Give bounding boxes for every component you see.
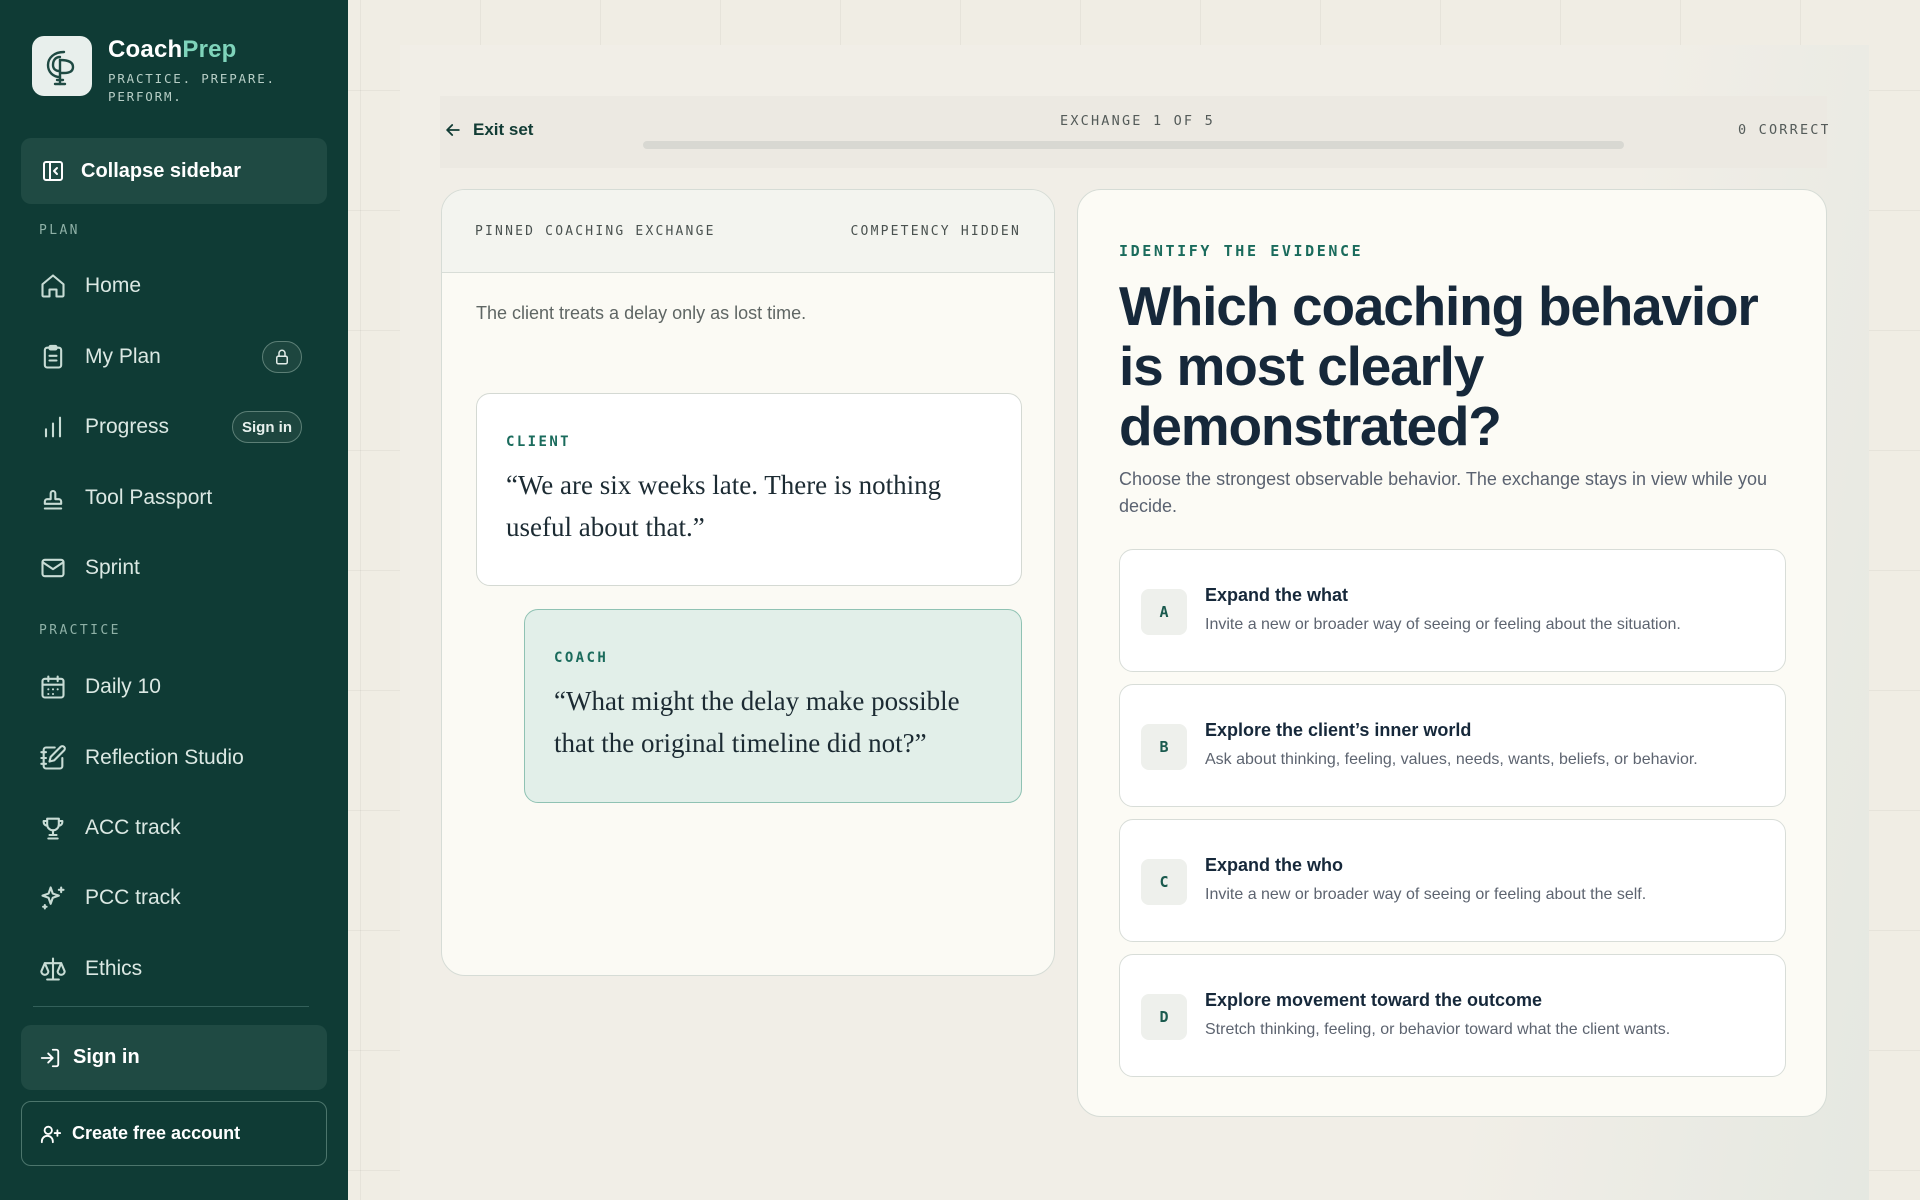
sidebar-item-reflection-studio[interactable]: Reflection Studio: [21, 730, 327, 786]
exit-set-label: Exit set: [473, 120, 534, 139]
stamp-icon: [43, 489, 63, 510]
question-card: IDENTIFY THE EVIDENCE Which coaching beh…: [1077, 189, 1827, 1117]
brand-tagline: PRACTICE. PREPARE. PERFORM.: [108, 71, 276, 104]
section-label-plan: PLAN: [39, 223, 80, 238]
sign-in-label: Sign in: [73, 1046, 140, 1068]
log-in-icon: [40, 1048, 60, 1067]
notebook-pen-icon: [40, 745, 66, 770]
sidebar-item-progress[interactable]: Progress Sign in: [21, 399, 327, 455]
option-title: Expand the what: [1205, 585, 1349, 605]
progress-sign-in-badge[interactable]: Sign in: [232, 411, 302, 443]
option-description: Ask about thinking, feeling, values, nee…: [1205, 751, 1698, 768]
answer-option-d[interactable]: D Explore movement toward the outcome St…: [1119, 954, 1786, 1077]
client-quote: “We are six weeks late. There is nothing…: [506, 470, 942, 542]
calendar-icon: [41, 675, 65, 699]
answer-option-b[interactable]: B Explore the client’s inner world Ask a…: [1119, 684, 1786, 807]
section-label-practice: PRACTICE: [39, 623, 121, 638]
brand[interactable]: CoachPrep PRACTICE. PREPARE. PERFORM.: [32, 36, 278, 106]
create-account-button[interactable]: Create free account: [21, 1101, 327, 1166]
trophy-icon: [42, 817, 64, 840]
sidebar-item-label: PCC track: [85, 886, 181, 909]
exchange-context: The client treats a delay only as lost t…: [476, 303, 807, 323]
answer-option-c[interactable]: C Expand the who Invite a new or broader…: [1119, 819, 1786, 942]
sidebar-item-label: Tool Passport: [85, 486, 213, 509]
option-title: Explore the client’s inner world: [1205, 720, 1472, 740]
create-account-label: Create free account: [72, 1123, 241, 1143]
sidebar-item-label: Ethics: [85, 957, 143, 980]
home-icon: [41, 274, 65, 298]
sidebar-item-pcc-track[interactable]: PCC track: [21, 870, 327, 926]
option-description: Invite a new or broader way of seeing or…: [1205, 616, 1681, 633]
competency-hidden-label: COMPETENCY HIDDEN: [850, 223, 1021, 239]
exchange-card-header: PINNED COACHING EXCHANGE COMPETENCY HIDD…: [442, 190, 1054, 273]
sidebar-item-my-plan[interactable]: My Plan: [21, 329, 327, 385]
collapse-sidebar-label: Collapse sidebar: [81, 159, 242, 182]
option-letter: C: [1141, 859, 1187, 905]
sidebar-item-label: Progress: [85, 415, 170, 438]
sidebar-divider: [33, 1006, 309, 1007]
lock-icon: [276, 349, 288, 365]
lock-badge: [262, 341, 302, 373]
option-letter: D: [1141, 994, 1187, 1040]
sidebar-item-label: Home: [85, 274, 142, 297]
sidebar-item-label: Daily 10: [85, 675, 161, 698]
sidebar: CoachPrep PRACTICE. PREPARE. PERFORM. Co…: [0, 0, 348, 1200]
sidebar-item-home[interactable]: Home: [21, 258, 327, 314]
exchange-header-title: PINNED COACHING EXCHANGE: [475, 223, 716, 239]
sidebar-item-label: Sprint: [85, 556, 140, 579]
exchange-counter: EXCHANGE 1 OF 5: [1060, 113, 1215, 129]
sidebar-item-label: My Plan: [85, 345, 161, 368]
exit-set-button[interactable]: Exit set: [443, 120, 533, 140]
option-title: Explore movement toward the outcome: [1205, 990, 1543, 1010]
mail-icon: [41, 558, 65, 578]
scale-icon: [40, 957, 66, 981]
coach-label: COACH: [554, 650, 609, 666]
brand-name: CoachPrep: [108, 36, 237, 63]
sidebar-item-tool-passport[interactable]: Tool Passport: [21, 470, 327, 526]
option-title: Expand the who: [1205, 855, 1344, 875]
progress-bar: [643, 141, 1624, 149]
bar-chart-icon: [44, 416, 62, 438]
top-bar: [440, 96, 1827, 168]
panel-left-close-icon: [43, 161, 63, 181]
option-letter: B: [1141, 724, 1187, 770]
question-subtitle: Choose the strongest observable behavior…: [1119, 469, 1768, 516]
collapse-sidebar-button[interactable]: Collapse sidebar: [21, 138, 327, 204]
clipboard-icon: [43, 344, 63, 369]
coach-message: COACH “What might the delay make possibl…: [524, 609, 1022, 803]
user-plus-icon: [40, 1125, 62, 1143]
sidebar-item-label: ACC track: [85, 816, 181, 839]
option-description: Stretch thinking, feeling, or behavior t…: [1205, 1021, 1671, 1038]
question-eyebrow: IDENTIFY THE EVIDENCE: [1119, 242, 1364, 260]
sidebar-item-sprint[interactable]: Sprint: [21, 540, 327, 596]
option-letter: A: [1141, 589, 1187, 635]
coachprep-logo-icon: [32, 36, 92, 96]
sparkles-icon: [41, 886, 65, 910]
question-title: Which coaching behavior is most clearly …: [1119, 275, 1759, 457]
sidebar-item-ethics[interactable]: Ethics: [21, 941, 327, 997]
sidebar-item-acc-track[interactable]: ACC track: [21, 800, 327, 856]
client-label: CLIENT: [506, 434, 571, 450]
answer-option-a[interactable]: A Expand the what Invite a new or broade…: [1119, 549, 1786, 672]
option-description: Invite a new or broader way of seeing or…: [1205, 886, 1647, 903]
sign-in-button[interactable]: Sign in: [21, 1025, 327, 1090]
client-message: CLIENT “We are six weeks late. There is …: [476, 393, 1022, 586]
arrow-left-icon: [446, 124, 460, 136]
coach-quote: “What might the delay make possible that…: [554, 686, 960, 758]
correct-count: 0 CORRECT: [1738, 122, 1828, 138]
sidebar-item-label: Reflection Studio: [85, 746, 244, 769]
sidebar-item-daily-10[interactable]: Daily 10: [21, 659, 327, 715]
pinned-exchange-card: PINNED COACHING EXCHANGE COMPETENCY HIDD…: [441, 189, 1055, 976]
